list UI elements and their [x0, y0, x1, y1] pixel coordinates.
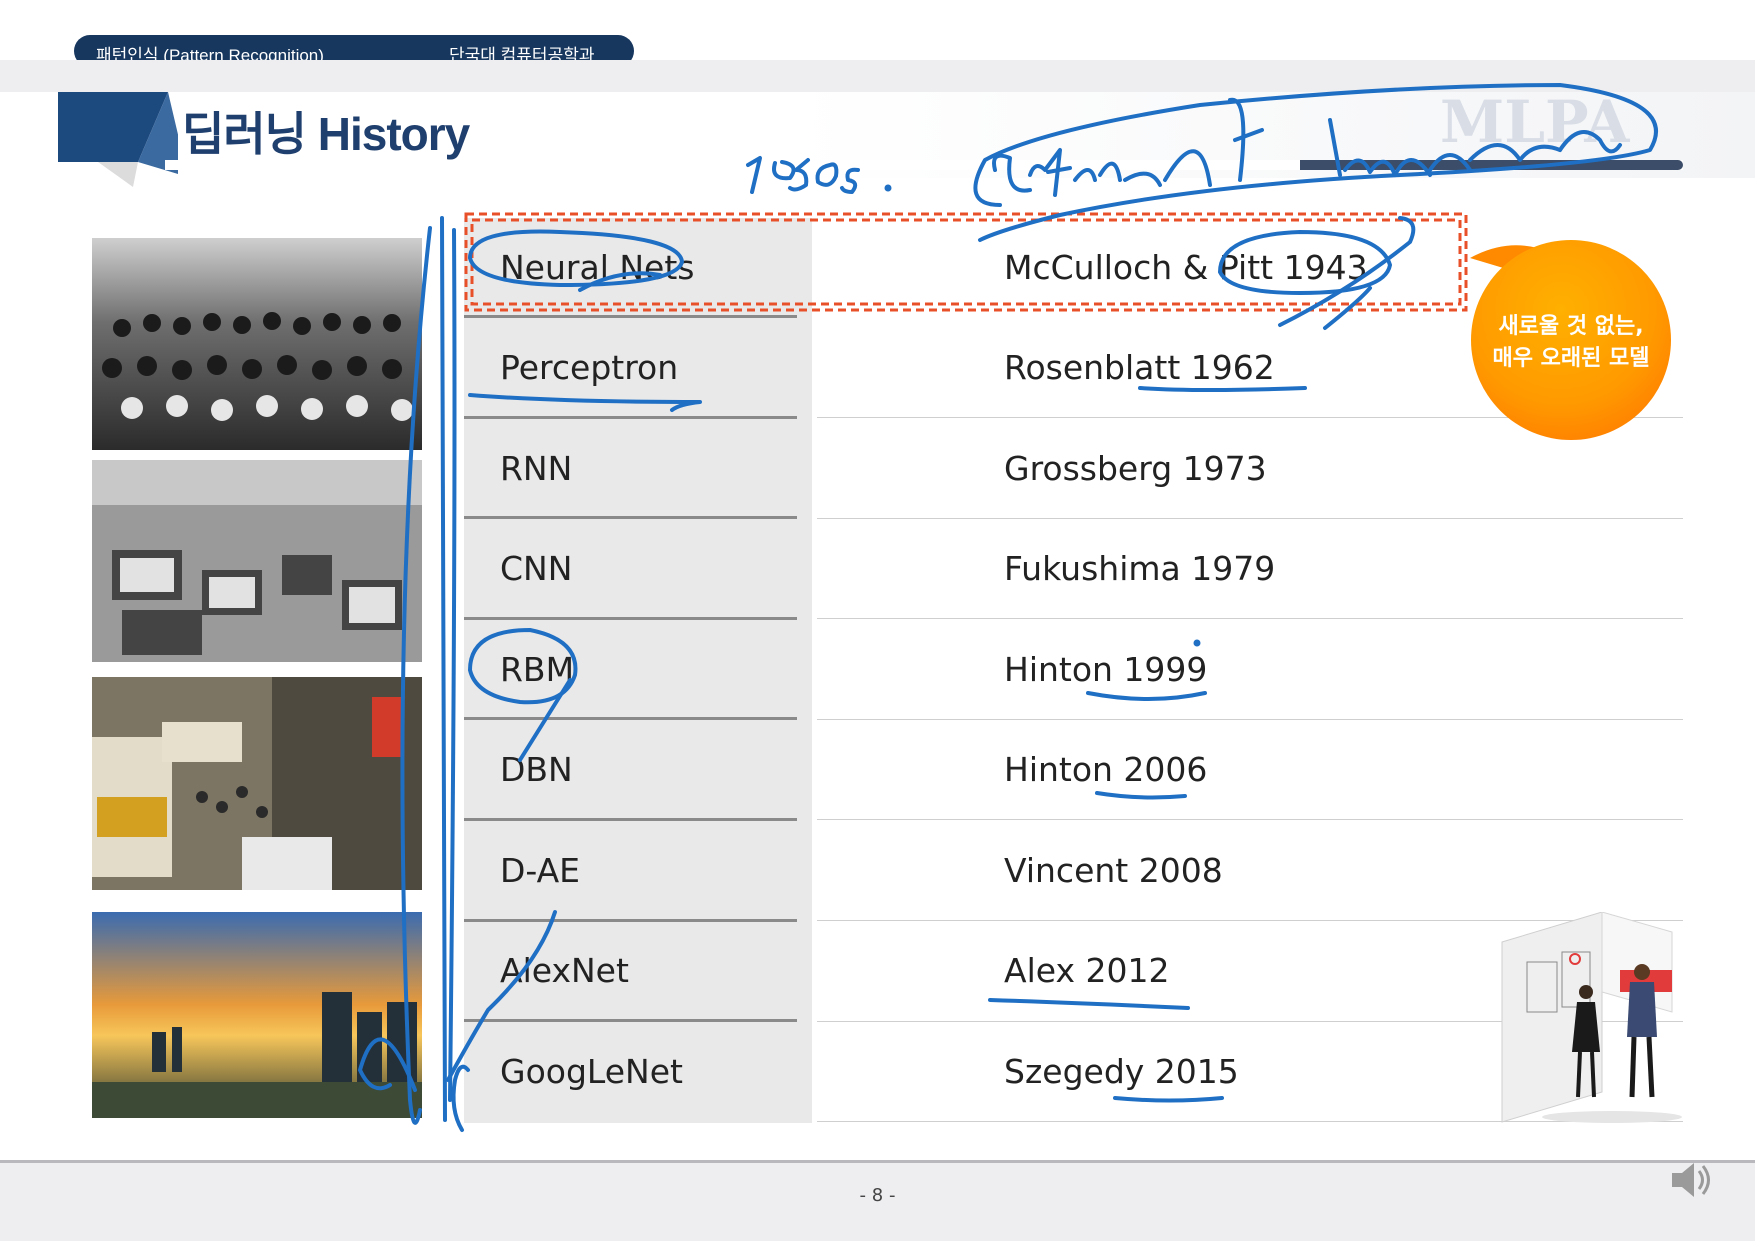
handwritten-annotations	[358, 83, 1658, 1132]
